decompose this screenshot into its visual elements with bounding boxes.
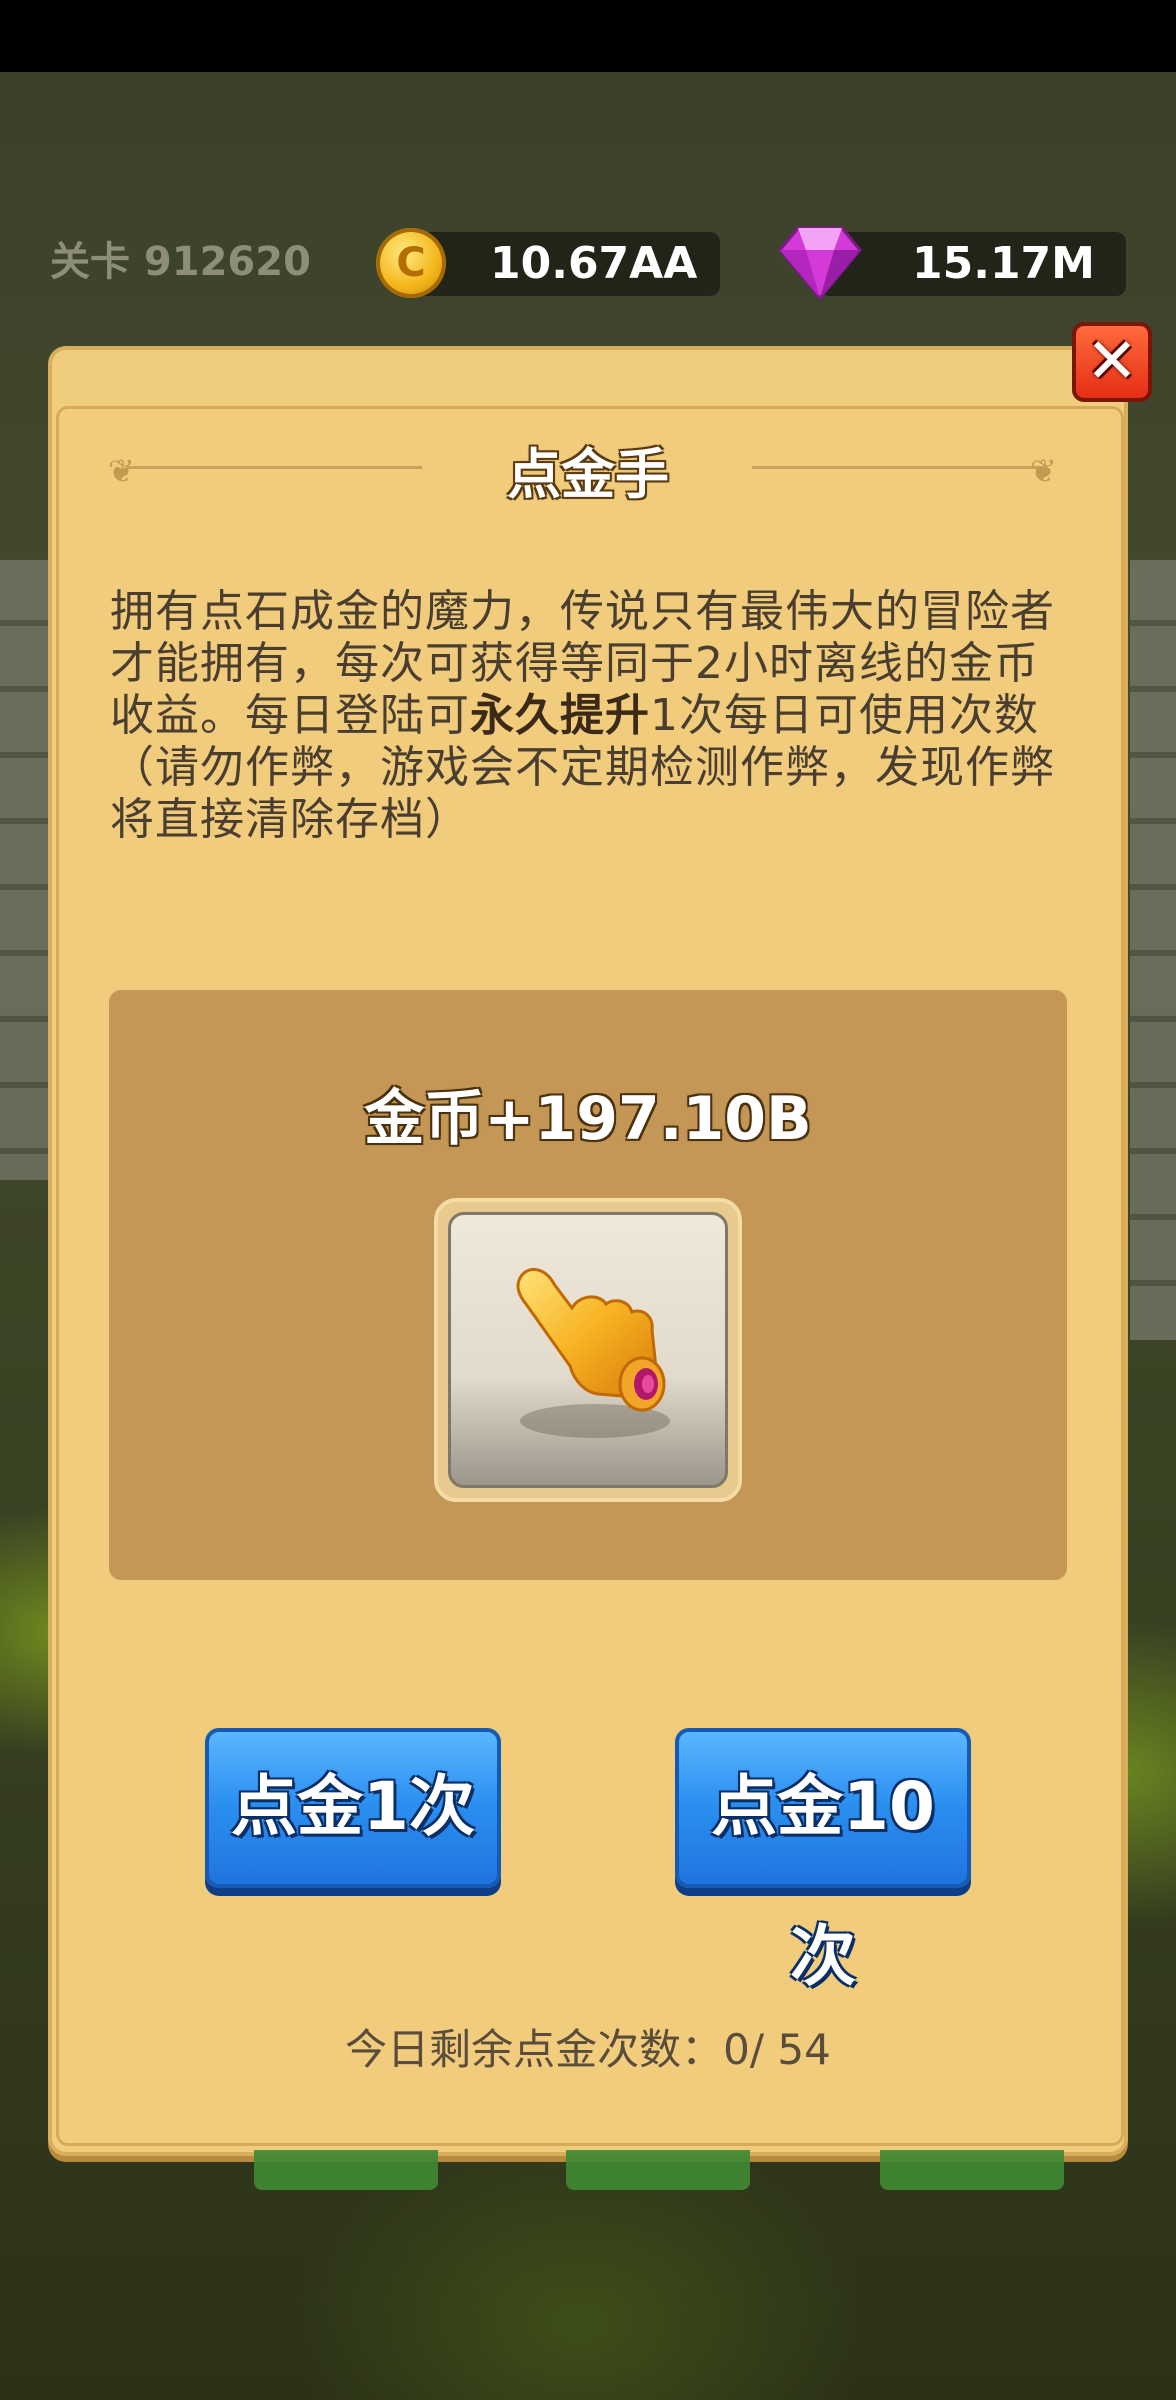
status-bar bbox=[0, 0, 1176, 72]
close-button[interactable]: ✕ bbox=[1072, 322, 1152, 402]
dialog-title: 点金手 bbox=[507, 443, 669, 506]
background-tab-2 bbox=[566, 2150, 750, 2190]
description-highlight: 永久提升 bbox=[470, 690, 650, 741]
remaining-uses-text: 今日剩余点金次数：0/ 54 bbox=[345, 2025, 831, 2074]
gem-icon bbox=[778, 226, 862, 300]
gild-once-button[interactable]: 点金1次 bbox=[205, 1728, 501, 1888]
title-ornament-right: ❦ bbox=[1030, 452, 1057, 490]
golden-pointing-hand-icon bbox=[516, 1268, 666, 1412]
coin-amount: 10.67AA bbox=[490, 238, 698, 289]
stone-wall-left bbox=[0, 560, 50, 1180]
title-ornament-left: ❦ bbox=[108, 452, 135, 490]
reward-amount: 金币+197.10B bbox=[364, 1084, 812, 1154]
gem-amount: 15.17M bbox=[912, 238, 1095, 289]
title-divider-left bbox=[126, 466, 422, 469]
description-text: 拥有点石成金的魔力，传说只有最伟大的冒险者才能拥有，每次可获得等同于2小时离线的… bbox=[110, 586, 1076, 846]
coin-icon: C bbox=[376, 228, 446, 298]
title-divider-right bbox=[752, 466, 1048, 469]
level-label: 关卡 912620 bbox=[50, 239, 311, 285]
stone-wall-right bbox=[1130, 560, 1176, 1340]
gild-ten-times-button[interactable]: 点金10次 bbox=[675, 1728, 971, 1995]
background-tab-3 bbox=[880, 2150, 1064, 2190]
background-tab-1 bbox=[254, 2150, 438, 2190]
